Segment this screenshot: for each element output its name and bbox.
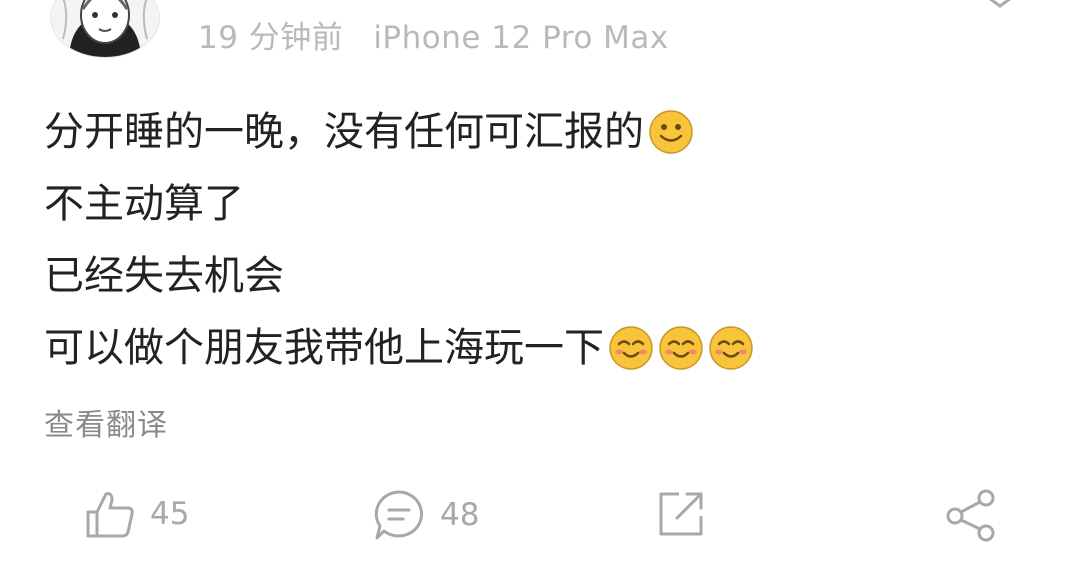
repost-button[interactable] [655,488,707,540]
post-meta: 19 分钟前 iPhone 12 Pro Max [198,12,669,57]
post-line-text: 不主动算了 [44,181,244,227]
share-button[interactable] [944,488,998,542]
translate-link[interactable]: 查看翻译 [44,400,168,444]
post-line: 分开睡的一晚，没有任何可汇报的 [44,96,1044,168]
post-content: 分开睡的一晚，没有任何可汇报的 不主动算了 已经失去机会 可以做个朋友我带他上海… [44,96,1044,384]
avatar[interactable] [50,0,160,58]
like-button[interactable]: 45 [84,488,189,540]
post-device: iPhone 12 Pro Max [373,20,669,56]
smile-emoji [649,110,693,154]
blush-emoji [709,326,753,370]
repost-icon [659,492,703,536]
post-line: 不主动算了 [44,168,1044,240]
post-line-text: 可以做个朋友我带他上海玩一下 [44,325,604,371]
more-chevron-icon[interactable] [980,0,1020,14]
comment-count: 48 [440,497,480,533]
post-line-text: 已经失去机会 [44,253,284,299]
post-line: 已经失去机会 [44,240,1044,312]
post-time: 19 分钟前 [198,20,344,56]
like-count: 45 [150,496,190,532]
blush-emoji [609,326,653,370]
thumbs-up-icon [86,492,134,538]
blush-emoji [659,326,703,370]
comment-icon [374,490,424,540]
share-icon [946,489,995,542]
comment-button[interactable]: 48 [372,488,479,542]
post-line-text: 分开睡的一晚，没有任何可汇报的 [44,109,644,155]
post-line: 可以做个朋友我带他上海玩一下 [44,312,1044,384]
